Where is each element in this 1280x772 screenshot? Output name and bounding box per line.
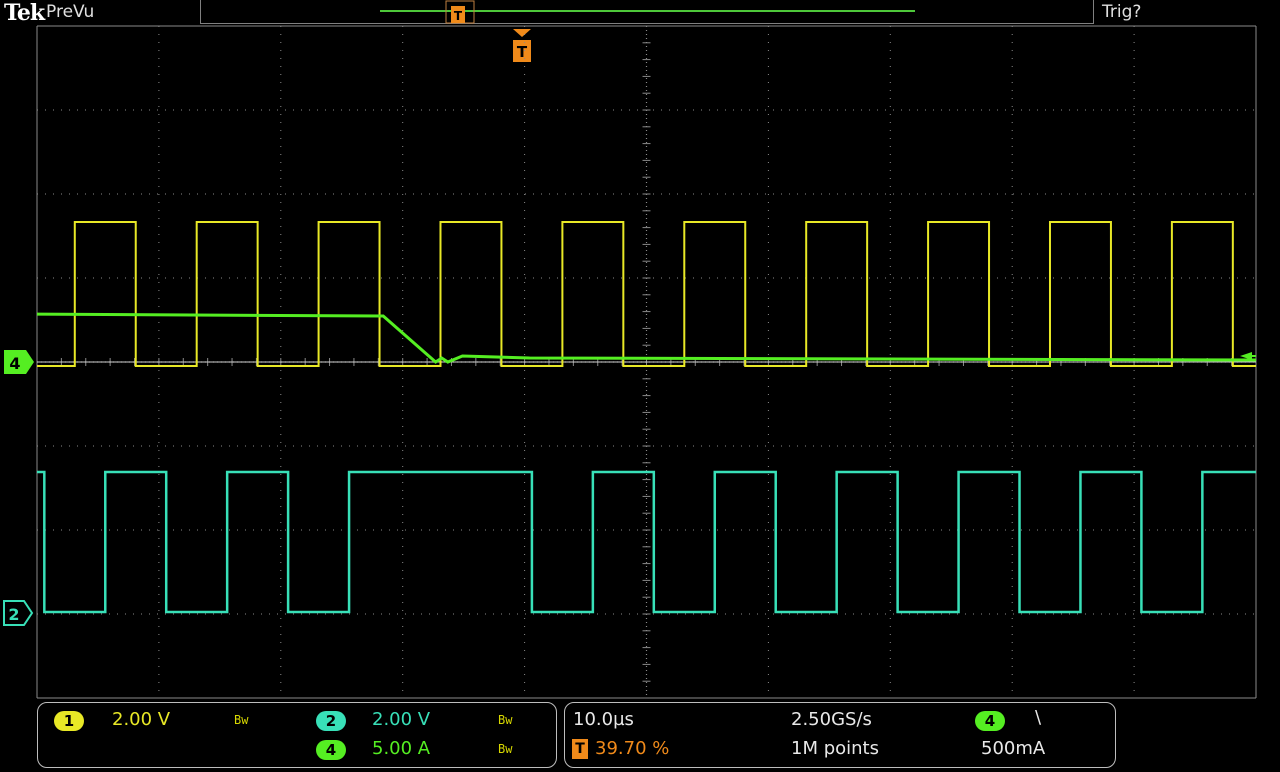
svg-text:4: 4 [9, 354, 20, 373]
ch1-bandwidth-icon: Bw [234, 713, 249, 727]
ch4-ground-marker[interactable]: 4 [4, 350, 34, 374]
ch1-badge[interactable]: 1 [54, 711, 84, 731]
trigger-position-percent: 39.70 % [595, 738, 670, 759]
waveform-display[interactable]: T T 4 2 [0, 0, 1280, 700]
trigger-slope-icon: \ [1035, 707, 1042, 728]
svg-text:2: 2 [8, 605, 19, 624]
ch4-scale: 5.00 A [372, 738, 431, 759]
trigger-position-icon[interactable]: T [513, 29, 531, 62]
svg-text:T: T [454, 9, 463, 23]
ch2-ground-marker[interactable]: 2 [3, 600, 34, 626]
record-length: 1M points [791, 738, 879, 759]
trigger-level: 500mA [981, 738, 1046, 759]
ch4-badge[interactable]: 4 [316, 740, 346, 760]
trigger-source-badge[interactable]: 4 [975, 711, 1005, 731]
ch1-scale: 2.00 V [112, 709, 171, 730]
vertical-readout-panel[interactable]: 1 2.00 V Bw 2 2.00 V Bw 4 5.00 A Bw [37, 702, 557, 768]
sample-rate: 2.50GS/s [791, 709, 872, 730]
ch2-bandwidth-icon: Bw [498, 713, 513, 727]
readout-bar: 1 2.00 V Bw 2 2.00 V Bw 4 5.00 A Bw 10.0… [0, 700, 1280, 772]
horizontal-readout-panel[interactable]: 10.0µs 2.50GS/s T 39.70 % 1M points 4 \ … [564, 702, 1116, 768]
ch2-scale: 2.00 V [372, 709, 431, 730]
ch4-bandwidth-icon: Bw [498, 742, 513, 756]
svg-text:T: T [517, 43, 528, 61]
ch2-badge[interactable]: 2 [316, 711, 346, 731]
trigger-position-badge-icon: T [572, 739, 588, 759]
time-per-div: 10.0µs [573, 709, 634, 730]
